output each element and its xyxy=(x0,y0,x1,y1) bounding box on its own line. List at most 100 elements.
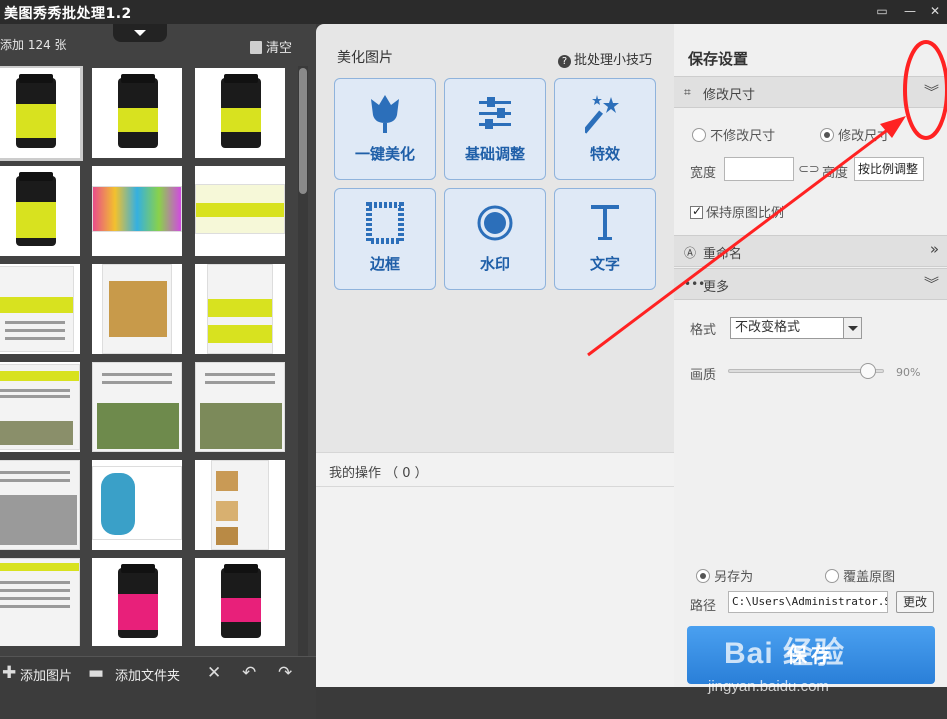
chevron-right-icon[interactable]: » xyxy=(930,240,939,258)
more-section-header[interactable]: ••• 更多 ︾ xyxy=(674,268,947,300)
thumbnail[interactable] xyxy=(195,460,285,550)
thumbnail-image xyxy=(118,74,158,148)
image-count: 添加 124 张 xyxy=(0,38,67,52)
quality-value: 90% xyxy=(896,366,921,379)
radio-overwrite[interactable]: 覆盖原图 xyxy=(825,566,895,585)
thumbnail-image xyxy=(211,460,269,550)
thumbnail[interactable] xyxy=(92,166,182,256)
sliders-icon xyxy=(445,91,545,135)
thumbnail[interactable] xyxy=(195,68,285,158)
folder-icon: ▬ xyxy=(88,663,105,683)
tool-effects[interactable]: 特效 xyxy=(554,78,656,180)
frame-icon xyxy=(335,201,435,245)
quality-slider-handle[interactable] xyxy=(860,363,877,379)
thumbnail[interactable] xyxy=(0,264,80,354)
thumbnail[interactable] xyxy=(195,558,285,646)
image-list-toolbar: ✚ 添加图片 ▬ 添加文件夹 ✕ ↶ ↷ xyxy=(0,656,316,719)
app-title: 美图秀秀批处理1.2 xyxy=(4,6,132,22)
watermark: Bai 经验 jingyan.baidu.com xyxy=(708,628,845,695)
thumbnail[interactable] xyxy=(0,66,83,161)
chevron-down-icon[interactable] xyxy=(843,318,861,338)
thumbnail-image xyxy=(221,564,261,638)
thumbnail[interactable] xyxy=(195,166,285,256)
thumbnail[interactable] xyxy=(92,460,182,550)
height-input[interactable]: 按比例调整 xyxy=(854,157,924,181)
thumbnail-image xyxy=(0,460,80,550)
thumbnail[interactable] xyxy=(92,362,182,452)
more-icon: ••• xyxy=(684,277,706,291)
delete-icon[interactable]: ✕ xyxy=(207,663,221,683)
rename-section-header[interactable]: Ⓐ 重命名 » xyxy=(674,235,947,267)
thumbnail[interactable] xyxy=(0,558,80,646)
add-folder-button[interactable]: 添加文件夹 xyxy=(115,665,180,684)
thumbnail-image xyxy=(92,466,182,540)
tool-text[interactable]: 文字 xyxy=(554,188,656,290)
thumbnail-image xyxy=(195,362,285,452)
thumbnail[interactable] xyxy=(0,362,80,452)
add-image-icon: ✚ xyxy=(2,663,17,683)
thumbnail-image xyxy=(16,74,56,148)
tool-watermark[interactable]: 水印 xyxy=(444,188,546,290)
operations-panel: 我的操作 （ 0 ） xyxy=(316,452,674,687)
thumbnail[interactable] xyxy=(92,558,182,646)
collapse-toggle[interactable] xyxy=(113,24,167,42)
close-button[interactable]: ✕ xyxy=(925,2,945,20)
text-icon xyxy=(555,201,655,245)
radio-save-as[interactable]: 另存为 xyxy=(696,566,753,585)
width-label: 宽度 xyxy=(690,166,717,181)
radio-button[interactable] xyxy=(825,569,839,583)
rotate-left-icon[interactable]: ↶ xyxy=(242,663,256,683)
crop-icon: ⌗ xyxy=(684,85,691,99)
tool-frame[interactable]: 边框 xyxy=(334,188,436,290)
path-label: 路径 xyxy=(690,599,717,614)
radio-keep-size[interactable]: 不修改尺寸 xyxy=(692,125,775,144)
thumbnail[interactable] xyxy=(92,264,182,354)
format-select[interactable]: 不改变格式 xyxy=(730,317,862,339)
format-label: 格式 xyxy=(690,323,717,338)
width-input[interactable] xyxy=(724,157,794,181)
checkbox[interactable] xyxy=(690,204,703,219)
tool-one-click-beautify[interactable]: 一键美化 xyxy=(334,78,436,180)
divider xyxy=(316,486,674,487)
radio-modify-size[interactable]: 修改尺寸 xyxy=(820,125,890,144)
thumbnail-grid xyxy=(0,66,296,646)
thumbnail[interactable] xyxy=(195,362,285,452)
path-input[interactable]: C:\Users\Administrator.SK xyxy=(728,591,888,613)
thumbnail-image xyxy=(16,172,56,246)
height-label: 高度 xyxy=(822,166,849,181)
thumbnail-image xyxy=(102,264,172,354)
minimize-button[interactable]: — xyxy=(900,2,920,20)
add-image-button[interactable]: 添加图片 xyxy=(20,665,72,684)
tips-link[interactable]: ? 批处理小技巧 xyxy=(558,49,652,68)
thumbnail[interactable] xyxy=(92,68,182,158)
resize-section-header[interactable]: ⌗ 修改尺寸 ︾ xyxy=(674,76,947,108)
image-list-panel: 添加 124 张 清空 ✚ 添加图片 ▬ 添加文件夹 ✕ ↶ ↷ xyxy=(0,24,316,719)
clear-button[interactable]: 清空 xyxy=(250,37,292,56)
thumbnail-image xyxy=(0,558,80,646)
chevron-down-icon[interactable]: ︾ xyxy=(924,81,939,102)
radio-button[interactable] xyxy=(820,128,834,142)
radio-button[interactable] xyxy=(692,128,706,142)
thumbnail[interactable] xyxy=(0,460,80,550)
thumbnail-image xyxy=(0,364,80,450)
thumbnail-scrollbar[interactable] xyxy=(298,66,308,656)
change-path-button[interactable]: 更改 xyxy=(896,591,934,613)
thumbnail-image xyxy=(207,264,273,354)
thumbnail-image xyxy=(0,266,74,352)
thumbnail[interactable] xyxy=(0,166,80,256)
chevron-down-icon[interactable]: ︾ xyxy=(924,273,939,294)
rotate-right-icon[interactable]: ↷ xyxy=(278,663,292,683)
link-icon[interactable]: ⊂⊃ xyxy=(798,162,820,177)
watermark-icon xyxy=(445,201,545,245)
operations-heading: 我的操作 （ 0 ） xyxy=(329,466,428,481)
help-icon: ? xyxy=(558,55,571,68)
tool-basic-adjust[interactable]: 基础调整 xyxy=(444,78,546,180)
quality-label: 画质 xyxy=(690,368,717,383)
feedback-icon[interactable]: ▭ xyxy=(872,2,892,20)
radio-button[interactable] xyxy=(696,569,710,583)
save-settings-panel: 保存设置 ⌗ 修改尺寸 ︾ 不修改尺寸 修改尺寸 宽度 ⊂⊃ 高度 按比例调整 … xyxy=(674,24,947,687)
thumbnail[interactable] xyxy=(195,264,285,354)
beautify-heading: 美化图片 xyxy=(337,50,393,66)
keep-ratio-checkbox[interactable]: 保持原图比例 xyxy=(690,202,784,221)
scrollbar-thumb[interactable] xyxy=(299,68,307,194)
